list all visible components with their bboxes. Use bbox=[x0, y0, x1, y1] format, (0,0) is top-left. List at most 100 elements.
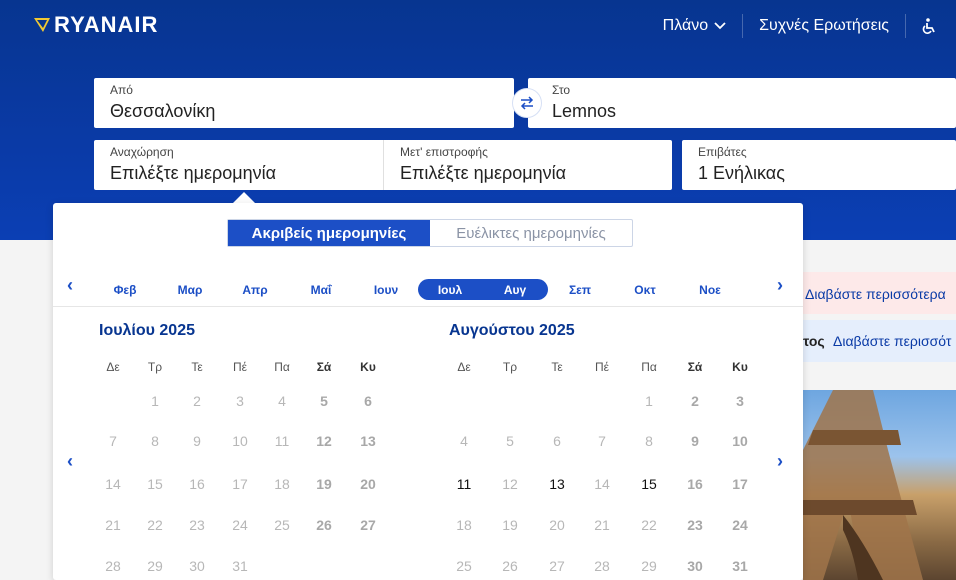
day-left-18: 18 bbox=[274, 476, 290, 492]
weekday-left-2: Τε bbox=[191, 360, 203, 374]
day-right-17: 17 bbox=[732, 476, 748, 492]
day-left-30: 30 bbox=[189, 558, 205, 574]
month-chip-1[interactable]: Μαρ bbox=[178, 283, 203, 297]
day-left-29: 29 bbox=[147, 558, 163, 574]
day-right-18: 18 bbox=[456, 517, 472, 533]
day-right-22: 22 bbox=[641, 517, 657, 533]
day-right-29: 29 bbox=[641, 558, 657, 574]
day-left-27: 27 bbox=[360, 517, 376, 533]
day-left-6: 6 bbox=[364, 393, 372, 409]
month-chip-2[interactable]: Απρ bbox=[242, 283, 267, 297]
day-left-12: 12 bbox=[316, 433, 332, 449]
day-left-22: 22 bbox=[147, 517, 163, 533]
passengers-label: Επιβάτες bbox=[698, 145, 747, 159]
from-label: Από bbox=[110, 83, 133, 97]
nav-faq[interactable]: Συχνές Ερωτήσεις bbox=[743, 14, 906, 38]
day-right-19: 19 bbox=[502, 517, 518, 533]
day-right-21: 21 bbox=[594, 517, 610, 533]
date-mode-toggle: Ακριβείς ημερομηνίες Ευέλικτες ημερομηνί… bbox=[227, 219, 633, 247]
day-right-27: 27 bbox=[549, 558, 565, 574]
day-right-9: 9 bbox=[691, 433, 699, 449]
weekday-right-3: Πέ bbox=[594, 360, 610, 374]
day-left-9: 9 bbox=[193, 433, 201, 449]
depart-value: Επιλέξτε ημερομηνία bbox=[110, 163, 277, 183]
brand-name: RYANAIR bbox=[54, 12, 159, 37]
day-left-7: 7 bbox=[109, 433, 117, 449]
date-picker: Ακριβείς ημερομηνίες Ευέλικτες ημερομηνί… bbox=[53, 203, 803, 580]
weekday-left-6: Κυ bbox=[360, 360, 376, 374]
month-chip-5[interactable]: Ιουλ bbox=[438, 283, 462, 297]
return-value: Επιλέξτε ημερομηνία bbox=[400, 163, 567, 183]
day-right-10: 10 bbox=[732, 433, 748, 449]
wheelchair-icon bbox=[922, 18, 935, 34]
notice-blue-link[interactable]: Διαβάστε περισσότ bbox=[833, 333, 951, 349]
month-chip-7[interactable]: Σεπ bbox=[569, 283, 591, 297]
day-right-28: 28 bbox=[594, 558, 610, 574]
months-next-icon[interactable]: › bbox=[777, 275, 783, 296]
swap-button[interactable] bbox=[512, 88, 542, 118]
eiffel-tower-image bbox=[803, 390, 923, 580]
from-field[interactable]: Από Θεσσαλονίκη bbox=[94, 78, 514, 128]
month-title-left: Ιουλίου 2025 bbox=[99, 322, 195, 339]
ryanair-logo[interactable]: RYANAIR bbox=[32, 12, 158, 38]
calendar-prev-icon[interactable]: ‹ bbox=[67, 451, 73, 472]
passengers-field[interactable]: Επιβάτες 1 Ενήλικας bbox=[682, 140, 956, 190]
day-right-11[interactable]: 11 bbox=[457, 476, 472, 492]
top-bar: RYANAIR Πλάνο Συχνές Ερωτήσεις bbox=[0, 0, 956, 52]
month-chip-8[interactable]: Οκτ bbox=[634, 283, 655, 297]
harp-icon bbox=[34, 18, 50, 32]
day-left-15: 15 bbox=[147, 476, 163, 492]
month-strip: ‹ › Φεβ Μαρ Απρ Μαΐ Ιουν Ιουλ Αυγ Σεπ Οκτ Νοε bbox=[53, 275, 803, 307]
day-left-31: 31 bbox=[232, 558, 248, 574]
day-left-23: 23 bbox=[189, 517, 205, 533]
day-right-24: 24 bbox=[732, 517, 748, 533]
day-left-2: 2 bbox=[193, 393, 201, 409]
weekday-right-1: Τρ bbox=[502, 360, 518, 374]
return-field[interactable]: Μετ' επιστροφής Επιλέξτε ημερομηνία bbox=[384, 140, 672, 190]
weekday-right-6: Κυ bbox=[732, 360, 748, 374]
tab-exact-dates[interactable]: Ακριβείς ημερομηνίες bbox=[228, 220, 430, 246]
month-chip-4[interactable]: Ιουν bbox=[374, 283, 398, 297]
day-left-24: 24 bbox=[232, 517, 248, 533]
weekday-left-1: Τρ bbox=[147, 360, 163, 374]
day-left-13: 13 bbox=[360, 433, 376, 449]
day-right-30: 30 bbox=[687, 558, 703, 574]
to-field[interactable]: Στο Lemnos bbox=[528, 78, 956, 128]
month-chip-3[interactable]: Μαΐ bbox=[311, 283, 332, 297]
day-right-1: 1 bbox=[645, 393, 653, 409]
day-left-20: 20 bbox=[360, 476, 376, 492]
day-right-4: 4 bbox=[460, 433, 468, 449]
day-left-8: 8 bbox=[151, 433, 159, 449]
notice-blue-prefix: τος bbox=[803, 333, 825, 349]
month-chip-0[interactable]: Φεβ bbox=[114, 283, 137, 297]
day-left-3: 3 bbox=[236, 393, 244, 409]
return-label: Μετ' επιστροφής bbox=[400, 145, 488, 159]
day-right-8: 8 bbox=[645, 433, 653, 449]
day-left-25: 25 bbox=[274, 517, 290, 533]
weekday-right-2: Τε bbox=[551, 360, 563, 374]
day-right-12: 12 bbox=[502, 476, 518, 492]
tab-flexible-dates[interactable]: Ευέλικτες ημερομηνίες bbox=[430, 220, 632, 246]
from-value: Θεσσαλονίκη bbox=[110, 101, 216, 121]
day-right-16: 16 bbox=[687, 476, 703, 492]
months-prev-icon[interactable]: ‹ bbox=[67, 275, 73, 296]
calendar-next-icon[interactable]: › bbox=[777, 451, 783, 472]
day-right-3: 3 bbox=[736, 393, 744, 409]
day-right-31: 31 bbox=[732, 558, 748, 574]
day-left-5: 5 bbox=[320, 393, 328, 409]
month-title-right: Αυγούστου 2025 bbox=[449, 322, 575, 339]
month-chip-6[interactable]: Αυγ bbox=[504, 283, 526, 297]
day-right-15[interactable]: 15 bbox=[641, 476, 657, 492]
accessibility-button[interactable] bbox=[906, 14, 956, 38]
nav-plan[interactable]: Πλάνο bbox=[647, 14, 744, 38]
day-left-10: 10 bbox=[232, 433, 248, 449]
day-right-13[interactable]: 13 bbox=[549, 476, 565, 492]
depart-field[interactable]: Αναχώρηση Επιλέξτε ημερομηνία bbox=[94, 140, 383, 190]
month-chip-9[interactable]: Νοε bbox=[699, 283, 721, 297]
chevron-down-icon bbox=[714, 22, 726, 30]
nav-faq-label: Συχνές Ερωτήσεις bbox=[759, 17, 889, 34]
swap-icon bbox=[520, 96, 534, 110]
day-left-28: 28 bbox=[105, 558, 121, 574]
day-right-5: 5 bbox=[506, 433, 514, 449]
notice-red-link[interactable]: Διαβάστε περισσότερα bbox=[805, 286, 946, 302]
